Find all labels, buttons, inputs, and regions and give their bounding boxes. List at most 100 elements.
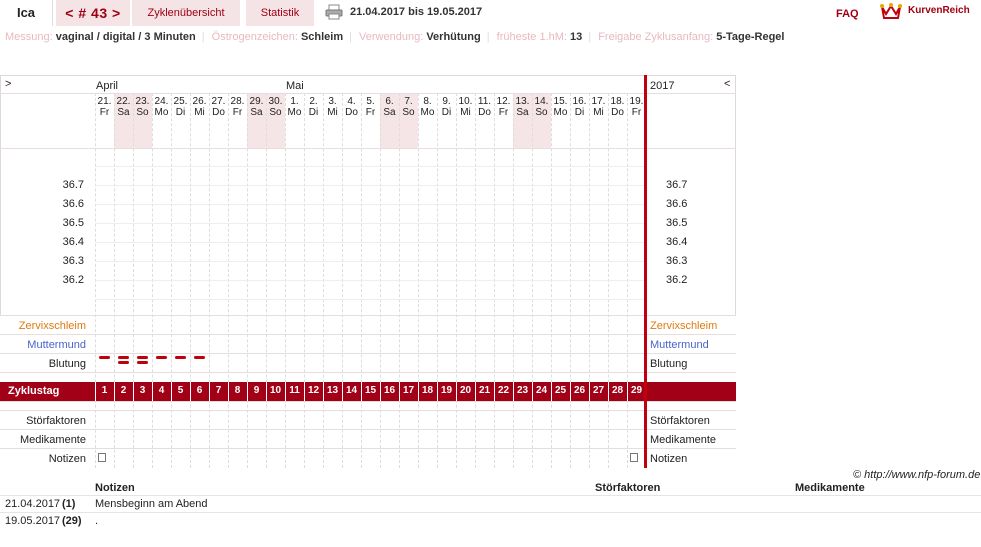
day-weekday: Di <box>175 107 186 118</box>
bleeding-marker[interactable] <box>118 361 129 364</box>
cycle-day-number: 4 <box>158 385 165 396</box>
day-header[interactable]: 23. So <box>133 96 152 118</box>
row-label-medikamente[interactable]: Medikamente <box>0 434 86 446</box>
brand-logo[interactable]: KurvenReich <box>908 5 970 16</box>
day-date: 6. <box>385 96 394 107</box>
band-divider <box>551 382 552 401</box>
day-weekday: Do <box>611 107 624 118</box>
bleeding-marker[interactable] <box>175 356 186 359</box>
note-icon[interactable] <box>98 453 106 462</box>
faq-link[interactable]: FAQ <box>836 8 859 20</box>
row-divider <box>0 429 736 430</box>
day-header[interactable]: 6. Sa <box>380 96 399 118</box>
row-label-muttermund[interactable]: Muttermund <box>0 339 86 351</box>
bleeding-marker[interactable] <box>137 356 148 359</box>
day-header[interactable]: 5. Fr <box>361 96 380 118</box>
row-divider <box>0 410 736 411</box>
day-date: 30. <box>268 96 283 107</box>
year-label: 2017 <box>650 80 675 92</box>
day-weekday: Di <box>441 107 452 118</box>
row-label-stoerfaktoren[interactable]: Störfaktoren <box>0 415 86 427</box>
cycle-day-number: 28 <box>611 385 624 396</box>
note-text: . <box>95 515 99 527</box>
day-header[interactable]: 15. Mo <box>551 96 570 118</box>
day-date: 26. <box>192 96 207 107</box>
band-divider <box>323 382 324 401</box>
day-header[interactable]: 17. Mi <box>589 96 608 118</box>
cycle-day-number: 1 <box>101 385 108 396</box>
row-label-zervixschleim-right[interactable]: Zervixschleim <box>650 320 717 332</box>
row-label-medikamente-right[interactable]: Medikamente <box>650 434 716 446</box>
day-header[interactable]: 21. Fr <box>95 96 114 118</box>
day-header[interactable]: 12. Fr <box>494 96 513 118</box>
grid-line <box>95 280 644 281</box>
info-label: Verwendung: <box>359 31 424 43</box>
temp-tick-right: 36.5 <box>666 217 688 229</box>
row-label-notizen[interactable]: Notizen <box>0 453 86 465</box>
day-weekday: Mi <box>593 107 604 118</box>
row-label-zyklustag: Zyklustag <box>8 385 60 397</box>
day-header[interactable]: 24. Mo <box>152 96 171 118</box>
day-header[interactable]: 18. Do <box>608 96 627 118</box>
grid-line <box>95 223 644 224</box>
row-divider <box>0 148 736 149</box>
printer-icon[interactable] <box>325 4 343 20</box>
day-header[interactable]: 8. Mo <box>418 96 437 118</box>
day-header[interactable]: 10. Mi <box>456 96 475 118</box>
day-header[interactable]: 13. Sa <box>513 96 532 118</box>
nav-next-button[interactable]: < <box>724 78 730 90</box>
row-label-zervixschleim[interactable]: Zervixschleim <box>0 320 86 332</box>
day-header[interactable]: 14. So <box>532 96 551 118</box>
tab-zyklenuebersicht[interactable]: Zyklenübersicht <box>132 0 240 26</box>
day-weekday: So <box>269 107 282 118</box>
band-divider <box>532 382 533 401</box>
day-header[interactable]: 3. Mi <box>323 96 342 118</box>
day-date: 18. <box>610 96 625 107</box>
day-header[interactable]: 28. Fr <box>228 96 247 118</box>
row-label-blutung-right[interactable]: Blutung <box>650 358 687 370</box>
bleeding-marker[interactable] <box>137 361 148 364</box>
cycle-navigator[interactable]: < # 43 > <box>56 0 130 26</box>
temp-tick: 36.5 <box>62 217 84 229</box>
day-header[interactable]: 11. Do <box>475 96 494 118</box>
day-header[interactable]: 1. Mo <box>285 96 304 118</box>
row-label-muttermund-right[interactable]: Muttermund <box>650 339 709 351</box>
day-header[interactable]: 22. Sa <box>114 96 133 118</box>
cycle-day-number: 20 <box>459 385 472 396</box>
bleeding-marker[interactable] <box>194 356 205 359</box>
day-weekday: Fr <box>498 107 509 118</box>
day-header[interactable]: 7. So <box>399 96 418 118</box>
row-label-notizen-right[interactable]: Notizen <box>650 453 687 465</box>
bleeding-marker[interactable] <box>99 356 110 359</box>
today-marker-line <box>644 75 647 468</box>
band-divider <box>475 382 476 401</box>
row-label-stoerfaktoren-right[interactable]: Störfaktoren <box>650 415 710 427</box>
info-value: Schleim <box>300 31 344 43</box>
band-divider <box>171 382 172 401</box>
day-header[interactable]: 29. Sa <box>247 96 266 118</box>
bleeding-marker[interactable] <box>156 356 167 359</box>
row-label-blutung[interactable]: Blutung <box>0 358 86 370</box>
band-divider <box>361 382 362 401</box>
day-header[interactable]: 26. Mi <box>190 96 209 118</box>
note-icon[interactable] <box>630 453 638 462</box>
day-weekday: Mo <box>154 107 169 118</box>
day-header[interactable]: 30. So <box>266 96 285 118</box>
band-divider <box>285 382 286 401</box>
copyright[interactable]: © http://www.nfp-forum.de <box>853 469 980 481</box>
day-header[interactable]: 4. Do <box>342 96 361 118</box>
row-divider <box>0 353 736 354</box>
day-header[interactable]: 27. Do <box>209 96 228 118</box>
grid-line <box>95 299 644 300</box>
cycle-settings: Messung: vaginal / digital / 3 Minuten | … <box>5 31 785 43</box>
day-date: 27. <box>211 96 226 107</box>
day-header[interactable]: 2. Di <box>304 96 323 118</box>
day-header[interactable]: 9. Di <box>437 96 456 118</box>
day-header[interactable]: 16. Di <box>570 96 589 118</box>
nav-prev-button[interactable]: > <box>5 78 11 90</box>
note-text: Mensbeginn am Abend <box>95 498 208 510</box>
day-header[interactable]: 25. Di <box>171 96 190 118</box>
tab-statistik[interactable]: Statistik <box>246 0 314 26</box>
grid-line <box>95 261 644 262</box>
bleeding-marker[interactable] <box>118 356 129 359</box>
